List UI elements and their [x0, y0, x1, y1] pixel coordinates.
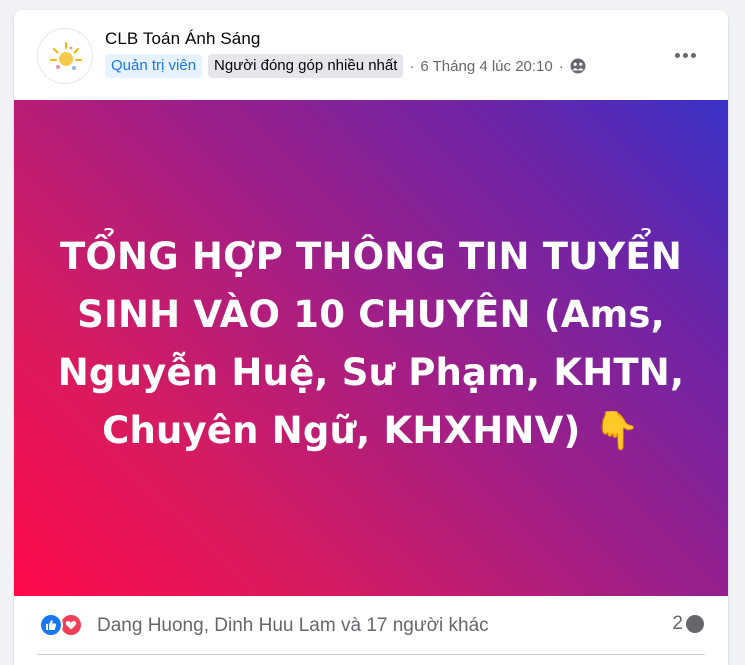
post-meta: Quản trị viên Người đóng góp nhiều nhất … — [105, 54, 586, 78]
more-options-button[interactable] — [670, 40, 700, 70]
post-card: CLB Toán Ánh Sáng Quản trị viên Người đó… — [14, 10, 728, 665]
banner-text: TỔNG HỢP THÔNG TIN TUYỂN SINH VÀO 10 CHU… — [46, 228, 696, 460]
more-dot — [682, 52, 688, 58]
reaction-divider — [37, 654, 705, 655]
banner-line: Chuyên Ngữ, KHXHNV) 👇 — [102, 409, 640, 452]
reaction-icons[interactable] — [39, 613, 83, 637]
admin-badge[interactable]: Quản trị viên — [105, 54, 203, 78]
top-contributor-badge[interactable]: Người đóng góp nhiều nhất — [208, 54, 404, 78]
banner-line: SINH VÀO 10 CHUYÊN (Ams, — [77, 293, 665, 336]
meta-separator: · — [409, 57, 415, 75]
group-avatar[interactable] — [37, 28, 93, 84]
group-logo-icon — [40, 31, 92, 83]
more-dot — [674, 52, 680, 58]
group-name-link[interactable]: CLB Toán Ánh Sáng — [105, 29, 260, 49]
banner-line: Nguyễn Huệ, Sư Phạm, KHTN, — [57, 351, 685, 394]
banner-line: TỔNG HỢP THÔNG TIN TUYỂN — [59, 235, 683, 278]
comment-icon — [686, 615, 704, 633]
comment-count-value: 2 — [672, 613, 683, 634]
reaction-names[interactable]: Dang Huong, Dinh Huu Lam và 17 người khá… — [97, 615, 489, 637]
like-icon — [39, 613, 63, 637]
post-header: CLB Toán Ánh Sáng Quản trị viên Người đó… — [14, 10, 728, 100]
comment-count[interactable]: 2 — [672, 613, 704, 635]
post-timestamp[interactable]: 6 Tháng 4 lúc 20:10 — [420, 58, 552, 75]
meta-separator-2: · — [558, 57, 564, 75]
post-banner[interactable]: TỔNG HỢP THÔNG TIN TUYỂN SINH VÀO 10 CHU… — [14, 100, 728, 596]
reaction-bar: Dang Huong, Dinh Huu Lam và 17 người khá… — [14, 598, 728, 652]
group-privacy-icon[interactable] — [570, 58, 586, 74]
more-dot — [690, 52, 696, 58]
